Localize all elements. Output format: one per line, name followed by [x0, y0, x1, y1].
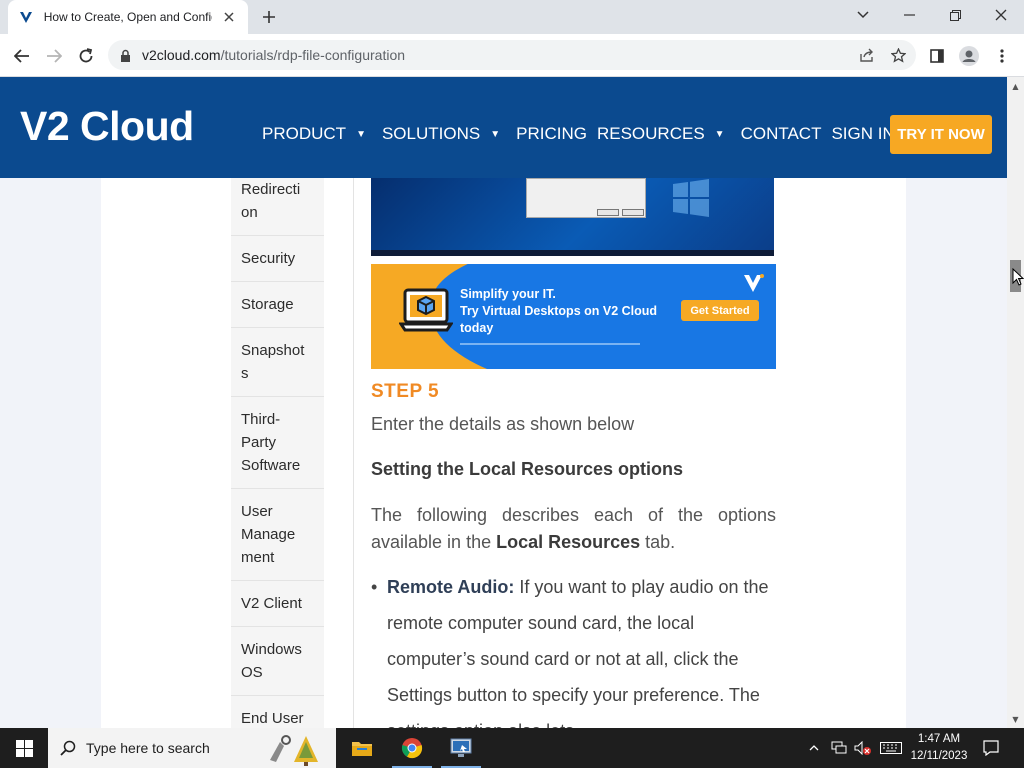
- volume-muted-icon[interactable]: [853, 728, 873, 768]
- sidebar-item-v2-client[interactable]: V2 Client: [231, 581, 324, 627]
- browser-toolbar: v2cloud.com/tutorials/rdp-file-configura…: [0, 34, 1024, 77]
- step-heading: STEP 5: [371, 381, 440, 402]
- search-placeholder: Type here to search: [86, 740, 210, 756]
- profile-avatar-icon[interactable]: [955, 42, 983, 70]
- nav-pricing[interactable]: PRICING: [516, 124, 587, 144]
- show-hidden-icons-chevron-icon[interactable]: [806, 728, 822, 768]
- sidebar-item-redirection[interactable]: Redirecti on: [231, 178, 324, 236]
- lock-icon[interactable]: [120, 48, 132, 62]
- sidebar-item-storage[interactable]: Storage: [231, 282, 324, 328]
- share-icon[interactable]: [858, 47, 874, 63]
- list-item-remote-audio: • Remote Audio: If you want to play audi…: [371, 577, 769, 728]
- laptop-cube-icon: [399, 288, 453, 332]
- close-window-icon[interactable]: [978, 0, 1024, 30]
- dropdown-caret-icon: ▼: [490, 128, 501, 140]
- tab-search-chevron-icon[interactable]: [840, 0, 886, 30]
- step-intro: Enter the details as shown below: [371, 414, 635, 434]
- menu-kebab-icon[interactable]: [988, 42, 1016, 70]
- taskbar-clock[interactable]: 1:47 AM 12/11/2023: [906, 731, 972, 765]
- v2cloud-favicon-icon: [18, 9, 34, 25]
- scroll-down-arrow-icon[interactable]: ▼: [1007, 712, 1024, 726]
- new-tab-icon[interactable]: [258, 6, 280, 28]
- try-it-now-button[interactable]: TRY IT NOW: [890, 115, 992, 154]
- dropdown-caret-icon: ▼: [714, 128, 725, 140]
- v2cloud-logo-icon: [744, 274, 764, 292]
- reload-icon[interactable]: [72, 42, 100, 70]
- windows-logo-icon: [673, 179, 709, 217]
- nav-resources[interactable]: RESOURCES ▼: [597, 124, 731, 144]
- windows-taskbar: Type here to search 1:47 AM 12/11/2023: [0, 728, 1024, 768]
- tutorial-sidebar: Redirecti on Security Storage Snapshot s…: [231, 178, 324, 728]
- bookmark-star-icon[interactable]: [890, 47, 906, 63]
- start-button[interactable]: [0, 728, 48, 768]
- file-explorer-taskbar-icon[interactable]: [338, 728, 386, 768]
- sidebar-item-end-user[interactable]: End User: [231, 696, 324, 728]
- section-description: The following describes each of the opti…: [371, 505, 776, 552]
- banner-headline: Simplify your IT. Try Virtual Desktops o…: [460, 287, 658, 335]
- nav-product[interactable]: PRODUCT ▼: [262, 124, 372, 144]
- search-highlight-illustration-icon: [270, 735, 318, 766]
- promo-banner[interactable]: Simplify your IT. Try Virtual Desktops o…: [371, 264, 776, 369]
- sidebar-item-snapshots[interactable]: Snapshot s: [231, 328, 324, 397]
- tutorial-screenshot-image: [371, 178, 774, 256]
- sidebar-divider: [353, 178, 354, 728]
- dropdown-caret-icon: ▼: [356, 128, 366, 140]
- chrome-taskbar-icon[interactable]: [388, 728, 436, 768]
- address-bar[interactable]: v2cloud.com/tutorials/rdp-file-configura…: [108, 40, 916, 70]
- browser-tab[interactable]: How to Create, Open and Configure: [8, 0, 248, 34]
- nav-solutions[interactable]: SOLUTIONS ▼: [382, 124, 506, 144]
- page-content: Redirecti on Security Storage Snapshot s…: [0, 178, 1007, 728]
- sidebar-item-windows-os[interactable]: Windows OS: [231, 627, 324, 696]
- remote-desktop-taskbar-icon[interactable]: [437, 728, 485, 768]
- mouse-cursor-icon: [1012, 268, 1024, 286]
- close-tab-icon[interactable]: [220, 8, 238, 26]
- forward-arrow-icon[interactable]: [40, 42, 68, 70]
- nav-sign-in[interactable]: SIGN IN: [831, 124, 894, 144]
- page-scrollbar[interactable]: [1007, 77, 1024, 728]
- windows-start-icon: [15, 739, 33, 757]
- restore-icon[interactable]: [932, 0, 978, 30]
- dialog-thumbnail: [526, 178, 646, 218]
- site-header: V2 Cloud PRODUCT ▼ SOLUTIONS ▼ PRICING RES…: [0, 77, 1007, 178]
- scroll-up-arrow-icon[interactable]: ▲: [1007, 79, 1024, 93]
- keyboard-icon[interactable]: [879, 728, 903, 768]
- tab-title: How to Create, Open and Configure: [43, 10, 213, 24]
- sidebar-item-user-management[interactable]: User Manage ment: [231, 489, 324, 581]
- taskbar-search[interactable]: Type here to search: [48, 728, 336, 768]
- main-nav: PRODUCT ▼ SOLUTIONS ▼ PRICING RESOURCES ▼ C…: [262, 124, 905, 144]
- network-icon[interactable]: [829, 728, 849, 768]
- nav-contact[interactable]: CONTACT: [741, 124, 822, 144]
- sidebar-item-security[interactable]: Security: [231, 236, 324, 282]
- sidebar-item-third-party-software[interactable]: Third- Party Software: [231, 397, 324, 489]
- site-logo[interactable]: V2 Cloud: [20, 103, 194, 150]
- notifications-icon[interactable]: [980, 728, 1002, 768]
- minimize-icon[interactable]: [886, 0, 932, 30]
- side-panel-icon[interactable]: [923, 42, 951, 70]
- search-icon: [60, 740, 76, 756]
- back-arrow-icon[interactable]: [8, 42, 36, 70]
- section-heading: Setting the Local Resources options: [371, 459, 684, 479]
- url-text: v2cloud.com/tutorials/rdp-file-configura…: [142, 47, 406, 63]
- get-started-button[interactable]: Get Started: [681, 300, 759, 321]
- browser-tabstrip: How to Create, Open and Configure: [0, 0, 1024, 34]
